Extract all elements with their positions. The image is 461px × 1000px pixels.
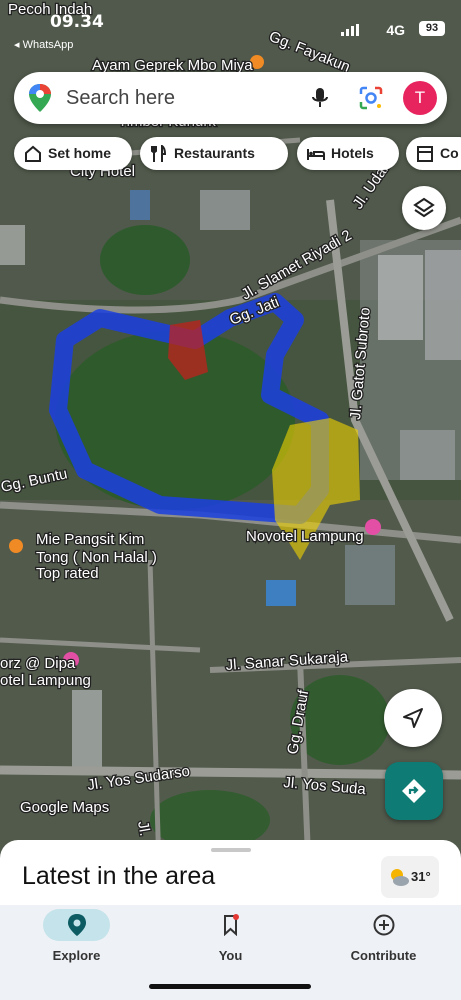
- chip-more[interactable]: Co: [406, 137, 461, 170]
- map-label: Top rated: [36, 565, 99, 582]
- network-type: 4G: [386, 22, 405, 38]
- map-label: Tong ( Non Halal ): [36, 549, 157, 566]
- account-avatar[interactable]: T: [403, 81, 437, 115]
- map-label: Jl.: [134, 820, 153, 838]
- directions-button[interactable]: [385, 762, 443, 820]
- restaurant-poi-icon: [9, 539, 23, 553]
- sheet-title: Latest in the area: [22, 862, 216, 890]
- weather-badge[interactable]: 31°: [381, 856, 439, 898]
- google-maps-pin-icon: [29, 84, 51, 112]
- back-to-app-link[interactable]: ◂ WhatsApp: [14, 38, 73, 51]
- home-icon: [25, 145, 41, 162]
- chip-hotels[interactable]: Hotels: [297, 137, 399, 170]
- chip-restaurants[interactable]: Restaurants: [140, 137, 288, 170]
- add-circle-icon: [373, 914, 395, 936]
- map-label: otel Lampung: [0, 672, 91, 689]
- bed-icon: [307, 149, 325, 160]
- chip-set-home[interactable]: Set home: [14, 137, 132, 170]
- category-chips: Set home Restaurants Hotels Co: [0, 137, 461, 171]
- nav-explore[interactable]: Explore: [0, 905, 153, 1000]
- google-lens-icon[interactable]: [358, 85, 384, 111]
- map-label: Google Maps: [20, 799, 109, 816]
- bookmark-icon: [224, 914, 239, 936]
- map-label: Novotel Lampung: [246, 528, 364, 545]
- explore-pin-icon: [68, 914, 86, 936]
- hotel-poi-icon: [365, 519, 381, 535]
- sheet-drag-handle[interactable]: [211, 848, 251, 852]
- directions-icon: [402, 779, 426, 803]
- search-placeholder[interactable]: Search here: [66, 87, 175, 110]
- map-label: Mie Pangsit Kim: [36, 531, 144, 548]
- layers-icon: [413, 197, 435, 218]
- map-label: orz @ Dipa: [0, 655, 76, 672]
- signal-icon: [341, 24, 361, 36]
- sun-cloud-icon: [391, 869, 409, 886]
- battery-icon: 93: [419, 21, 445, 36]
- navigation-arrow-icon: [403, 708, 423, 728]
- nav-contribute[interactable]: Contribute: [307, 905, 460, 1000]
- fork-knife-icon: [151, 145, 167, 162]
- home-indicator[interactable]: [149, 984, 311, 989]
- clock: 09.34: [50, 12, 104, 32]
- microphone-icon[interactable]: [308, 86, 332, 110]
- store-icon: [417, 146, 433, 162]
- my-location-button[interactable]: [384, 689, 442, 747]
- layers-button[interactable]: [402, 186, 446, 230]
- search-bar[interactable]: Search here T: [14, 72, 447, 124]
- weather-temp: 31°: [411, 869, 431, 884]
- latest-sheet[interactable]: Latest in the area 31°: [0, 840, 461, 906]
- status-bar: 09.34 ◂ WhatsApp 4G 93: [0, 0, 461, 52]
